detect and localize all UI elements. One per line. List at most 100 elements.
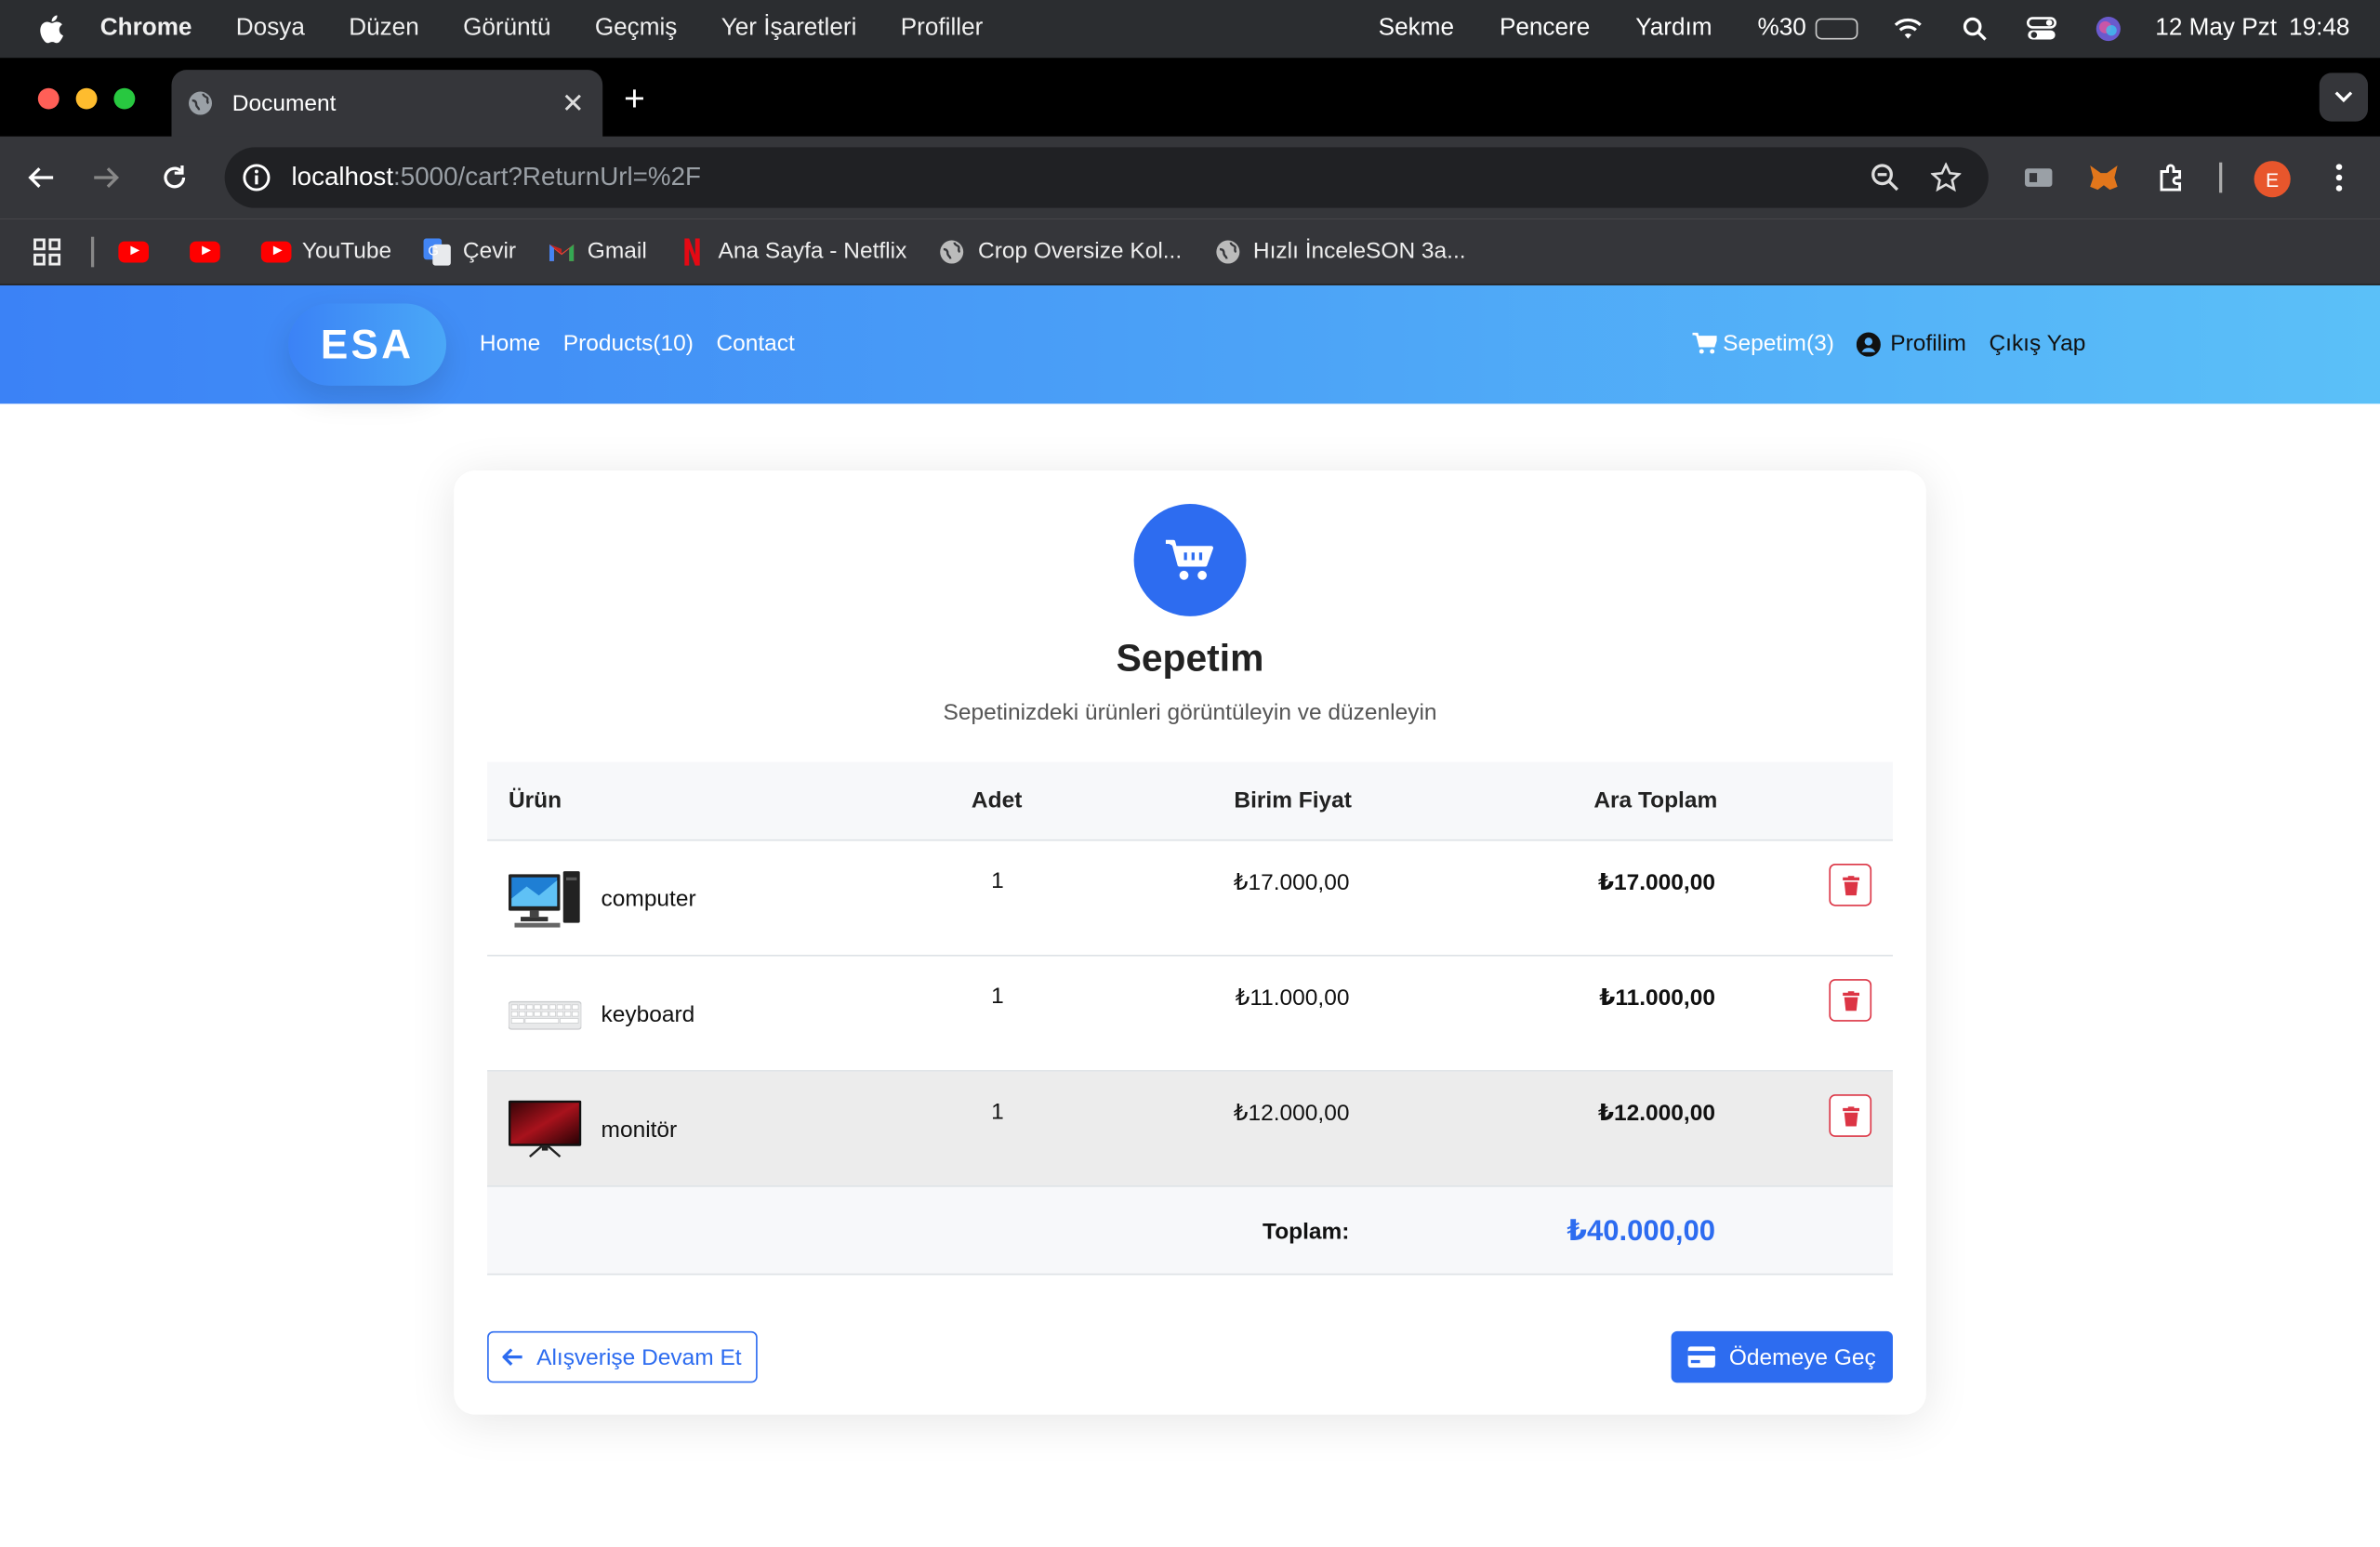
site-logo[interactable]: ESA [288, 303, 447, 386]
menubar-item-sekme[interactable]: Sekme [1379, 15, 1454, 42]
battery-status[interactable]: %30 [1757, 15, 1858, 42]
netflix-icon [677, 237, 707, 265]
toolbar-divider [2219, 162, 2223, 193]
table-header: Ürün Adet Birim Fiyat Ara Toplam [487, 761, 1893, 841]
page-title: Sepetim [1116, 637, 1264, 681]
menubar-item-yardim[interactable]: Yardım [1635, 15, 1712, 42]
bookmark-youtube[interactable]: YouTube [260, 238, 392, 265]
globe-icon [189, 91, 213, 115]
menubar-item-yer-isaretleri[interactable]: Yer İşaretleri [721, 15, 857, 42]
bookmark-cevir[interactable]: G Çevir [422, 237, 516, 265]
back-button[interactable] [22, 159, 59, 195]
menubar-item-gecmis[interactable]: Geçmiş [595, 15, 678, 42]
column-header-qty: Adet [971, 787, 1023, 814]
bookmarks-divider [90, 235, 95, 267]
menubar-item-duzen[interactable]: Düzen [349, 15, 419, 42]
siri-icon[interactable] [2092, 14, 2125, 45]
bookmark-gmail[interactable]: Gmail [547, 238, 647, 264]
menubar-item-goruntu[interactable]: Görüntü [463, 15, 550, 42]
forward-button[interactable] [88, 159, 125, 195]
remove-item-button[interactable] [1829, 979, 1872, 1022]
product-subtotal: ₺11.000,00 [1599, 985, 1715, 1012]
bookmark-label: Ana Sayfa - Netflix [718, 238, 907, 265]
nav-link-contact[interactable]: Contact [716, 331, 794, 357]
remove-item-button[interactable] [1829, 864, 1872, 906]
bookmarks-bar: YouTube G Çevir Gmail Ana Sayfa - Netflix… [0, 218, 2380, 285]
table-row: monitör 1 ₺12.000,00 ₺12.000,00 [487, 1071, 1893, 1187]
apple-icon[interactable] [36, 12, 70, 46]
main-nav: Home Products(10) Contact [480, 331, 795, 357]
bookmark-youtube-2[interactable] [190, 239, 231, 263]
nav-profile-label: Profilim [1890, 330, 1966, 357]
bookmark-star-icon[interactable] [1929, 162, 1963, 201]
product-name[interactable]: keyboard [602, 1002, 695, 1028]
product-image-monitor[interactable] [508, 1099, 582, 1159]
reload-button[interactable] [156, 159, 192, 195]
zoom-icon[interactable] [1870, 163, 1900, 201]
trash-icon [1842, 875, 1859, 895]
remove-item-button[interactable] [1829, 1094, 1872, 1137]
product-subtotal: ₺17.000,00 [1597, 869, 1715, 896]
menubar-item-dosya[interactable]: Dosya [236, 15, 305, 42]
product-name[interactable]: computer [602, 886, 696, 912]
bookmark-netflix[interactable]: Ana Sayfa - Netflix [677, 237, 907, 265]
url-text[interactable]: localhost:5000/cart?ReturnUrl=%2F [291, 163, 700, 193]
cast-extension-icon[interactable] [2022, 161, 2056, 194]
close-tab-icon[interactable]: ✕ [562, 88, 585, 120]
cart-card: Sepetim Sepetinizdeki ürünleri görüntüle… [454, 470, 1926, 1415]
browser-tab-active[interactable]: Document ✕ [171, 70, 603, 137]
url-host: localhost [291, 162, 394, 192]
tab-search-button[interactable] [2319, 73, 2369, 122]
product-qty: 1 [991, 1099, 1004, 1125]
total-label: Toplam: [1263, 1219, 1350, 1245]
site-navbar: ESA Home Products(10) Contact Sepetim(3)… [0, 284, 2380, 404]
extensions-puzzle-icon[interactable] [2155, 161, 2188, 194]
checkout-button[interactable]: Ödemeye Geç [1671, 1330, 1893, 1383]
menubar-date[interactable]: 12 May Pzt [2155, 15, 2277, 42]
bookmark-youtube-1[interactable] [118, 239, 159, 263]
browser-tab-strip: Document ✕ + [0, 58, 2380, 137]
spotlight-search-icon[interactable] [1958, 14, 1991, 45]
product-image-keyboard[interactable] [508, 984, 582, 1044]
maximize-window-button[interactable] [113, 87, 136, 110]
wifi-icon[interactable] [1891, 14, 1924, 45]
trash-icon [1842, 990, 1859, 1011]
bookmark-hizli-incele[interactable]: Hızlı İnceleSON 3a... [1212, 238, 1466, 264]
menubar-time[interactable]: 19:48 [2289, 15, 2349, 42]
column-header-subtotal: Ara Toplam [1593, 787, 1718, 814]
nav-profile-link[interactable]: Profilim [1857, 331, 1966, 357]
apps-grid-button[interactable] [33, 237, 61, 265]
menubar-item-pencere[interactable]: Pencere [1500, 15, 1590, 42]
continue-shopping-button[interactable]: Alışverişe Devam Et [487, 1330, 758, 1383]
apps-grid-icon [33, 237, 61, 265]
product-qty: 1 [991, 983, 1004, 1010]
chrome-menu-kebab-icon[interactable] [2322, 161, 2356, 194]
menubar-app-name[interactable]: Chrome [100, 15, 192, 42]
metamask-extension-icon[interactable] [2087, 161, 2121, 194]
continue-shopping-label: Alışverişe Devam Et [536, 1343, 742, 1370]
bookmark-label: Hızlı İnceleSON 3a... [1252, 238, 1466, 265]
product-name[interactable]: monitör [602, 1117, 678, 1144]
address-bar[interactable]: localhost:5000/cart?ReturnUrl=%2F [224, 147, 1989, 208]
gmail-icon [547, 239, 577, 263]
url-path: :5000/cart?ReturnUrl=%2F [393, 162, 701, 192]
minimize-window-button[interactable] [75, 87, 98, 110]
nav-link-home[interactable]: Home [480, 331, 540, 357]
new-tab-button[interactable]: + [624, 79, 645, 122]
total-amount: ₺40.000,00 [1567, 1215, 1715, 1249]
trash-icon [1842, 1105, 1859, 1126]
browser-toolbar: localhost:5000/cart?ReturnUrl=%2F E [0, 136, 2380, 219]
menubar-item-profiller[interactable]: Profiller [901, 15, 984, 42]
product-unit-price: ₺17.000,00 [1233, 869, 1350, 896]
control-center-icon[interactable] [2025, 14, 2058, 45]
close-window-button[interactable] [37, 87, 60, 110]
nav-logout-link[interactable]: Çıkış Yap [1989, 331, 2085, 357]
nav-cart-link[interactable]: Sepetim(3) [1692, 331, 1834, 357]
bookmark-crop-oversize[interactable]: Crop Oversize Kol... [937, 238, 1182, 264]
bookmark-label: YouTube [301, 238, 392, 265]
table-row: computer 1 ₺17.000,00 ₺17.000,00 [487, 841, 1893, 957]
profile-avatar[interactable]: E [2254, 161, 2291, 198]
product-image-computer[interactable] [508, 868, 581, 929]
nav-link-products[interactable]: Products(10) [563, 331, 694, 357]
site-info-icon[interactable] [240, 161, 273, 194]
